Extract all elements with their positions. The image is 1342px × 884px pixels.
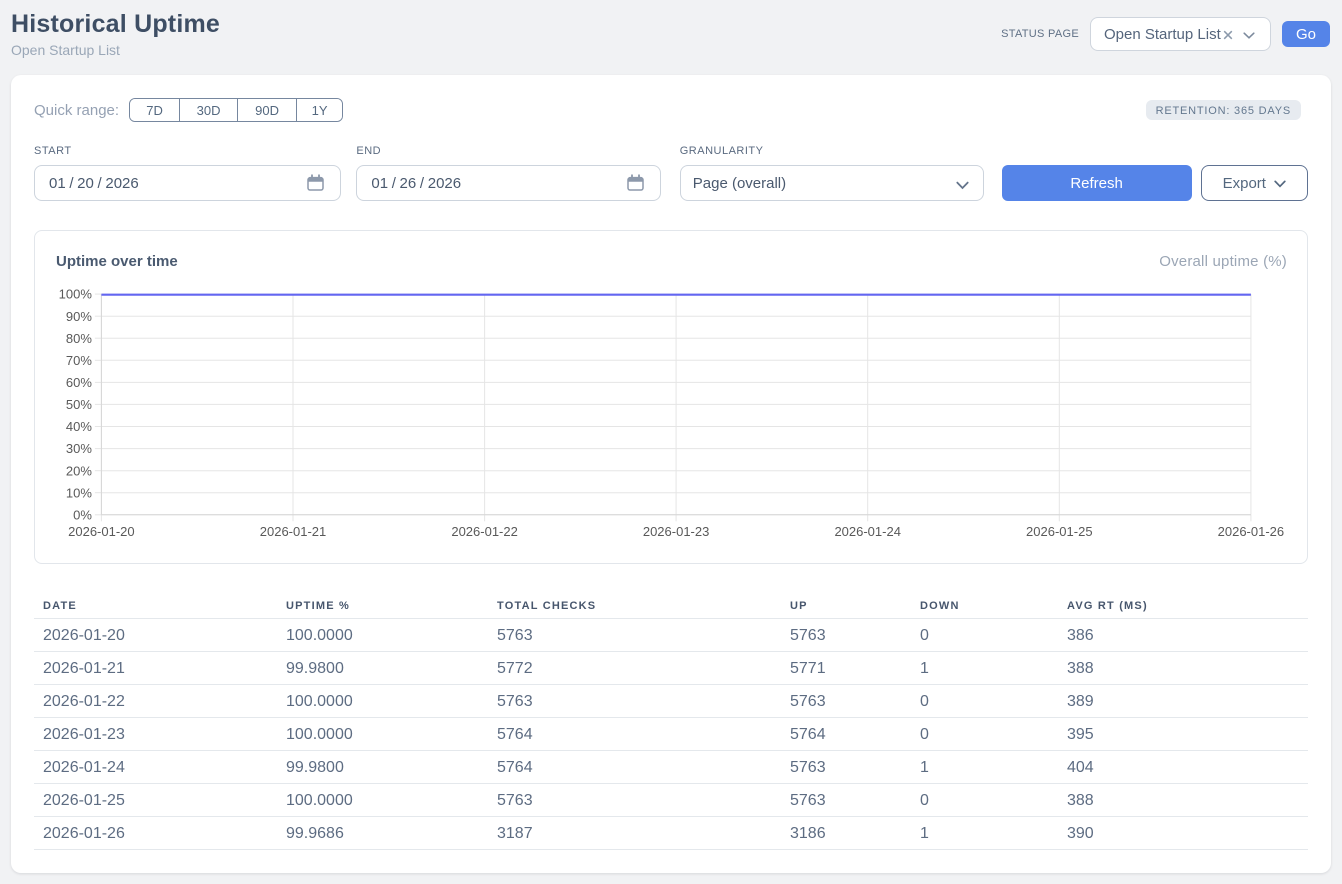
- svg-text:2026-01-25: 2026-01-25: [1026, 524, 1093, 539]
- svg-text:30%: 30%: [66, 441, 92, 456]
- svg-text:10%: 10%: [66, 485, 92, 500]
- svg-text:80%: 80%: [66, 331, 92, 346]
- svg-text:2026-01-21: 2026-01-21: [260, 524, 327, 539]
- svg-text:40%: 40%: [66, 419, 92, 434]
- svg-text:50%: 50%: [66, 397, 92, 412]
- svg-text:2026-01-22: 2026-01-22: [451, 524, 518, 539]
- svg-text:20%: 20%: [66, 463, 92, 478]
- svg-text:0%: 0%: [73, 507, 92, 522]
- svg-text:90%: 90%: [66, 309, 92, 324]
- svg-text:70%: 70%: [66, 353, 92, 368]
- svg-text:2026-01-20: 2026-01-20: [68, 524, 135, 539]
- svg-text:100%: 100%: [59, 287, 93, 302]
- svg-text:60%: 60%: [66, 375, 92, 390]
- svg-text:2026-01-24: 2026-01-24: [834, 524, 901, 539]
- svg-text:2026-01-26: 2026-01-26: [1218, 524, 1285, 539]
- svg-text:2026-01-23: 2026-01-23: [643, 524, 710, 539]
